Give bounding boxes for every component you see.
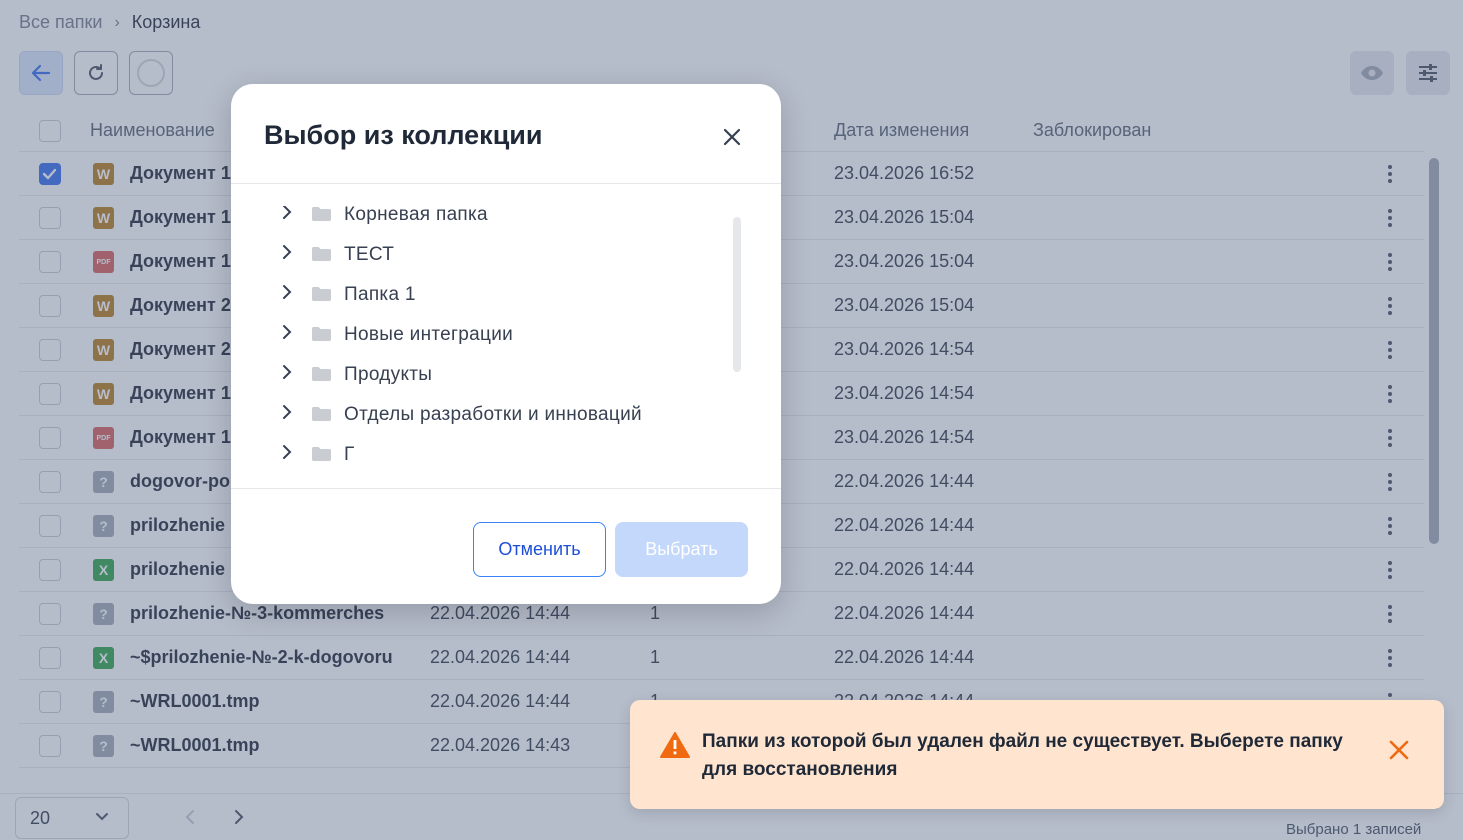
- dialog-footer-divider: [231, 488, 781, 489]
- tree-folder-item[interactable]: Г: [271, 438, 721, 462]
- close-icon: [723, 128, 741, 146]
- select-button[interactable]: Выбрать: [615, 522, 748, 577]
- folder-label: Г: [344, 444, 355, 462]
- folder-icon: [312, 447, 331, 461]
- folder-icon: [312, 247, 331, 261]
- folder-icon: [312, 367, 331, 381]
- chevron-right-icon[interactable]: [279, 206, 295, 221]
- dialog-title: Выбор из коллекции: [264, 120, 543, 150]
- tree-folder-item[interactable]: ТЕСТ: [271, 238, 721, 278]
- chevron-right-icon[interactable]: [279, 443, 295, 461]
- folder-label: Продукты: [344, 364, 433, 385]
- close-toast-button[interactable]: [1387, 738, 1411, 762]
- tree-folder-item[interactable]: Папка 1: [271, 278, 721, 318]
- folder-label: Корневая папка: [344, 206, 488, 225]
- tree-scrollbar[interactable]: [733, 217, 741, 372]
- chevron-right-icon[interactable]: [279, 283, 295, 301]
- dialog-header-divider: [231, 183, 781, 184]
- folder-label: ТЕСТ: [344, 244, 395, 265]
- folder-icon: [312, 287, 331, 301]
- select-collection-dialog: Выбор из коллекции Корневая папка ТЕСТ Пап…: [231, 84, 781, 604]
- toast-message: Папки из которой был удален файл не суще…: [702, 731, 1343, 780]
- folder-icon: [312, 207, 331, 221]
- close-icon: [1389, 740, 1409, 760]
- cancel-button[interactable]: Отменить: [473, 522, 606, 577]
- tree-folder-item[interactable]: Корневая папка: [271, 206, 721, 238]
- warning-icon: [660, 732, 690, 758]
- folder-label: Отделы разработки и инноваций: [344, 404, 642, 425]
- chevron-right-icon[interactable]: [279, 323, 295, 341]
- folder-label: Новые интеграции: [344, 324, 514, 345]
- chevron-right-icon[interactable]: [279, 403, 295, 421]
- tree-folder-item[interactable]: Отделы разработки и инноваций: [271, 398, 721, 438]
- tree-folder-item[interactable]: Новые интеграции: [271, 318, 721, 358]
- folder-tree: Корневая папка ТЕСТ Папка 1 Новые интеграци…: [271, 206, 721, 462]
- chevron-right-icon[interactable]: [279, 363, 295, 381]
- chevron-right-icon[interactable]: [279, 243, 295, 261]
- folder-icon: [312, 407, 331, 421]
- warning-toast: Папки из которой был удален файл не суще…: [630, 700, 1444, 809]
- tree-folder-item[interactable]: Продукты: [271, 358, 721, 398]
- close-dialog-button[interactable]: [719, 124, 745, 150]
- folder-label: Папка 1: [344, 284, 416, 305]
- folder-icon: [312, 327, 331, 341]
